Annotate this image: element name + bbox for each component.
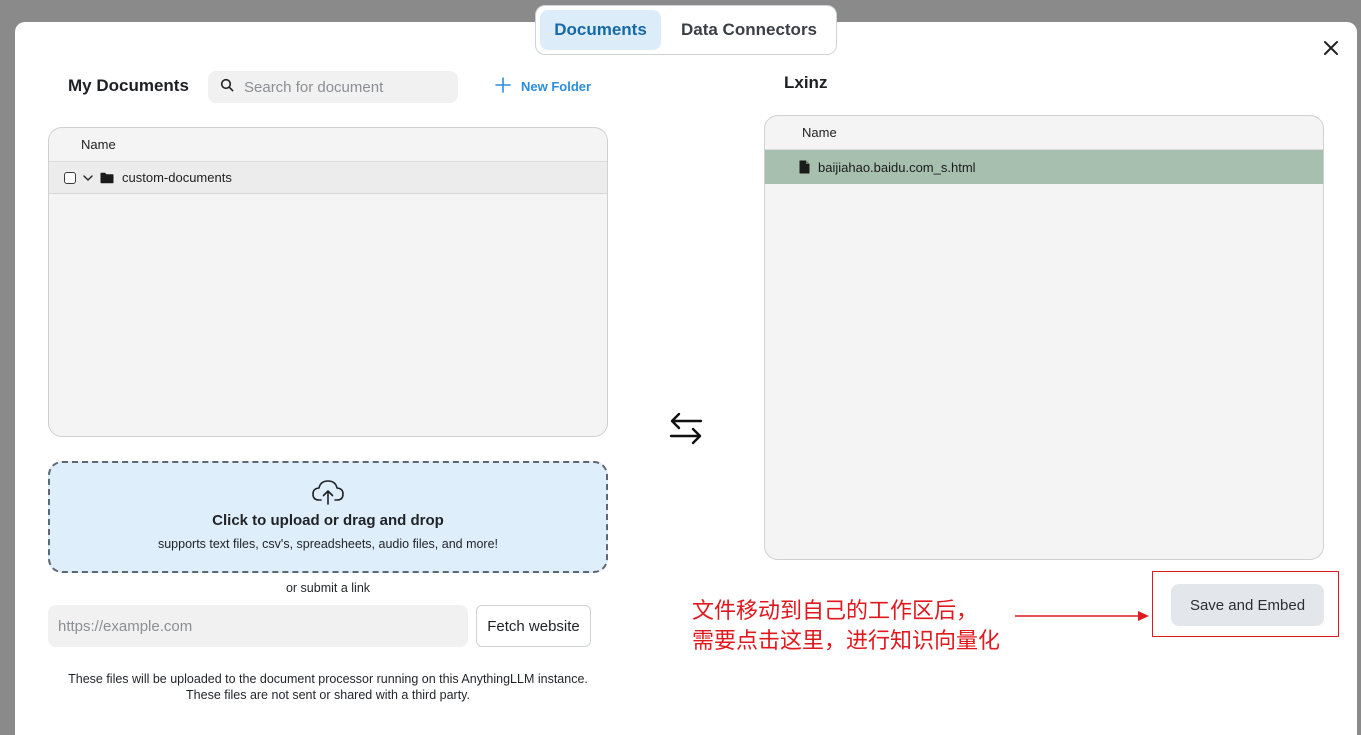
tab-bar: Documents Data Connectors [535,5,837,55]
chevron-down-icon[interactable] [82,172,94,184]
workspace-file-row[interactable]: baijiahao.baidu.com_s.html [765,150,1323,184]
url-input[interactable] [48,605,468,647]
close-icon[interactable] [1319,36,1343,60]
file-icon [799,160,810,174]
annotation-line-2: 需要点击这里，进行知识向量化 [692,629,1001,654]
name-column-header: Name [765,116,1323,150]
annotation-text: 文件移动到自己的工作区后， 需要点击这里，进行知识向量化 [692,597,1000,657]
upload-subtitle: supports text files, csv's, spreadsheets… [157,537,499,551]
annotation-line-1: 文件移动到自己的工作区后， [692,599,979,624]
submit-link-label: or submit a link [285,581,371,595]
fetch-website-button[interactable]: Fetch website [476,605,591,647]
new-folder-label: New Folder [521,79,592,94]
tab-documents[interactable]: Documents [540,10,661,50]
workspace-title: Lxinz [784,73,828,92]
workspace-documents-list: Name baijiahao.baidu.com_s.html [764,115,1324,560]
folder-row[interactable]: custom-documents [49,162,607,194]
annotation-arrow-icon [1014,608,1150,624]
upload-title: Click to upload or drag and drop [212,512,444,529]
name-column-header: Name [49,128,607,162]
folder-name: custom-documents [122,170,232,185]
search-box[interactable] [208,71,458,103]
folder-checkbox[interactable] [64,171,76,184]
folder-icon [100,172,114,184]
name-column-label: Name [81,137,116,152]
my-documents-title: My Documents [68,76,189,95]
name-column-label: Name [802,125,837,140]
upload-dropzone[interactable]: Click to upload or drag and drop support… [48,461,608,573]
swap-arrows-icon [668,411,704,445]
file-name: baijiahao.baidu.com_s.html [818,159,976,175]
upload-disclaimer: These files will be uploaded to the docu… [48,671,608,703]
my-documents-list: Name custom-documents [48,127,608,437]
cloud-upload-icon [311,478,345,506]
search-input[interactable] [244,78,444,96]
save-and-embed-button[interactable]: Save and Embed [1171,584,1324,626]
search-icon [220,78,234,97]
tab-data-connectors[interactable]: Data Connectors [669,10,829,50]
disclaimer-line-2: These files are not sent or shared with … [186,688,470,702]
plus-icon [494,76,512,97]
disclaimer-line-1: These files will be uploaded to the docu… [68,672,588,686]
new-folder-button[interactable]: New Folder [494,76,591,97]
